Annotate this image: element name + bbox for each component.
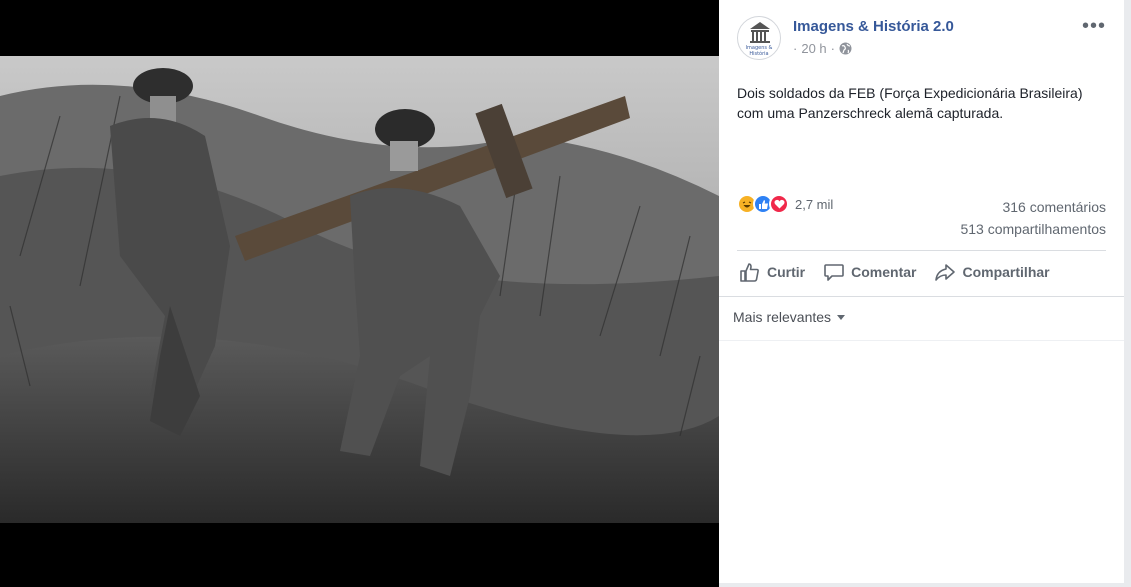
globe-icon[interactable] <box>839 42 852 55</box>
avatar-caption: Imagens & História <box>745 45 773 57</box>
comment-label: Comentar <box>851 264 917 280</box>
caret-down-icon <box>837 314 846 320</box>
divider <box>737 250 1106 251</box>
post-actions-bar: Curtir Comentar Compartilhar <box>739 261 1068 283</box>
shares-count-link[interactable]: 513 compartilhamentos <box>960 218 1106 240</box>
love-reaction-icon <box>769 194 789 214</box>
divider <box>719 296 1124 297</box>
comment-bubble-icon <box>824 264 844 281</box>
share-label: Compartilhar <box>962 264 1050 280</box>
page-avatar[interactable]: Imagens & História <box>737 16 781 60</box>
photo-viewer <box>0 0 719 587</box>
post-header: Imagens & História Imagens & História 2.… <box>737 16 1112 64</box>
sort-label: Mais relevantes <box>733 309 832 325</box>
comments-area <box>719 340 1124 583</box>
reactions-summary[interactable]: 2,7 mil <box>737 194 833 214</box>
meta-separator: · <box>793 41 798 56</box>
post-timestamp[interactable]: 20 h <box>801 41 826 56</box>
reaction-count: 2,7 mil <box>795 196 834 212</box>
meta-separator-2: · <box>830 41 835 56</box>
more-options-button[interactable]: ••• <box>1082 16 1106 36</box>
soldiers-photo-image <box>0 56 719 523</box>
post-panel: Imagens & História Imagens & História 2.… <box>719 0 1124 583</box>
comment-button[interactable]: Comentar <box>823 261 916 283</box>
share-button[interactable]: Compartilhar <box>934 261 1050 283</box>
thumbs-up-icon <box>740 263 759 282</box>
like-button[interactable]: Curtir <box>739 261 805 283</box>
post-text: Dois soldados da FEB (Força Expedicionár… <box>737 85 1083 121</box>
comment-sort-dropdown[interactable]: Mais relevantes <box>733 309 846 325</box>
museum-logo-icon <box>750 22 770 43</box>
engagement-counts: 316 comentários 513 compartilhamentos <box>960 196 1106 240</box>
post-photo[interactable] <box>0 56 719 523</box>
share-arrow-icon <box>935 264 956 281</box>
panel-edge <box>1124 0 1131 587</box>
like-label: Curtir <box>767 264 806 280</box>
post-meta: · 20 h · <box>793 41 852 56</box>
comments-count-link[interactable]: 316 comentários <box>960 196 1106 218</box>
panel-bottom-edge <box>719 583 1124 587</box>
page-name-link[interactable]: Imagens & História 2.0 <box>793 18 954 35</box>
